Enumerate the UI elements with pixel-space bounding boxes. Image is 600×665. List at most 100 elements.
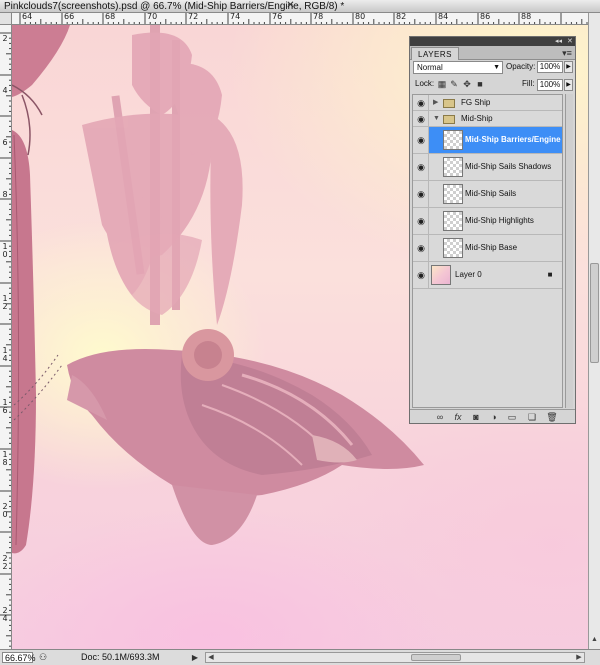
layer-row-mid-ship[interactable]: ◉ ▼ Mid-Ship — [413, 111, 562, 127]
panel-tab-row: LAYERS ▾≡ — [410, 46, 575, 60]
scroll-up-arrow[interactable]: ▲ — [590, 635, 599, 645]
visibility-eye-icon[interactable]: ◉ — [415, 161, 427, 173]
link-layers-icon[interactable]: ∞ — [434, 411, 446, 423]
lock-pixels-icon[interactable]: ✎ — [449, 79, 459, 89]
layer-mask-icon[interactable]: ◙ — [470, 411, 482, 423]
ruler-tick-label: 18 — [2, 450, 8, 467]
ruler-tick-label: 10 — [2, 242, 8, 259]
layer-list[interactable]: ◉ ▶ FG Ship ◉ ▼ Mid-Ship ◉ Mid-Ship Barr… — [412, 94, 563, 408]
layer-thumbnail — [443, 211, 463, 231]
vertical-scrollbar[interactable]: ▲ — [588, 13, 600, 649]
ruler-tick-label: 2 — [2, 34, 8, 43]
layers-panel-footer: ∞ fx ◙ ◑ ▭ ❏ 🗑 — [410, 409, 575, 423]
panel-title-strip[interactable]: ◂◂ ✕ — [410, 37, 575, 46]
layer-style-icon[interactable]: fx — [452, 411, 464, 423]
ruler-tick-label: 12 — [2, 294, 8, 311]
ruler-tick-label: 86 — [480, 13, 491, 21]
layer-row-mid-ship-sails-shadows[interactable]: ◉ Mid-Ship Sails Shadows — [413, 154, 562, 181]
lock-position-icon[interactable]: ✥ — [462, 79, 472, 89]
layer-name: Mid-Ship — [461, 114, 493, 123]
blend-mode-select[interactable]: Normal ▼ — [413, 61, 503, 74]
new-layer-icon[interactable]: ❏ — [526, 411, 538, 423]
layer-thumbnail — [443, 130, 463, 150]
ruler-tick-label: 16 — [2, 398, 8, 415]
ruler-tick-label: 82 — [396, 13, 407, 21]
folder-icon — [443, 115, 455, 124]
ruler-tick-label: 24 — [2, 606, 8, 623]
collapse-triangle-icon[interactable]: ▼ — [433, 113, 440, 125]
layer-name: Mid-Ship Base — [465, 243, 518, 252]
foreground-balloon-upper — [12, 25, 70, 97]
blend-mode-value: Normal — [417, 63, 443, 72]
layer-name: Mid-Ship Sails Shadows — [465, 162, 552, 171]
tab-layers[interactable]: LAYERS — [411, 47, 459, 60]
lock-transparency-icon[interactable]: ▦ — [437, 79, 447, 89]
horizontal-scrollbar[interactable]: ◀ ▶ — [205, 652, 585, 663]
layer-list-scrollbar[interactable] — [565, 94, 573, 408]
visibility-eye-icon[interactable]: ◉ — [415, 188, 427, 200]
fill-slider-arrow[interactable]: ▶ — [564, 79, 573, 91]
panel-menu-icon[interactable]: ▾≡ — [562, 48, 572, 58]
opacity-slider-arrow[interactable]: ▶ — [564, 61, 573, 73]
scroll-left-arrow[interactable]: ◀ — [206, 653, 216, 662]
fill-field[interactable]: 100% — [537, 79, 563, 91]
vertical-ruler: 2 4 6 8 10 12 14 16 18 20 22 24 — [0, 25, 12, 649]
vertical-scroll-thumb[interactable] — [590, 263, 599, 363]
visibility-eye-icon[interactable]: ◉ — [415, 97, 427, 109]
opacity-field[interactable]: 100% — [537, 61, 563, 73]
ruler-tick-label: 76 — [272, 13, 283, 21]
layer-row-mid-ship-base[interactable]: ◉ Mid-Ship Base — [413, 235, 562, 262]
lock-icon: ■ — [547, 270, 553, 279]
layer-row-fg-ship[interactable]: ◉ ▶ FG Ship — [413, 95, 562, 111]
layer-thumbnail — [443, 157, 463, 177]
ruler-tick-label: 80 — [355, 13, 366, 21]
layer-row-mid-ship-barriers-engine[interactable]: ◉ Mid-Ship Barriers/Engine — [413, 127, 562, 154]
fill-label: Fill: — [522, 79, 535, 88]
chevron-down-icon: ▼ — [493, 64, 500, 71]
folder-icon — [443, 99, 455, 108]
status-menu-arrow[interactable]: ▶ — [190, 652, 200, 663]
horizontal-scroll-thumb[interactable] — [411, 654, 461, 661]
scroll-right-arrow[interactable]: ▶ — [574, 653, 584, 662]
ruler-tick-label: 70 — [147, 13, 158, 21]
close-document-icon[interactable]: ✕ — [286, 1, 295, 11]
visibility-eye-icon[interactable]: ◉ — [415, 113, 427, 125]
document-title-bar: Pinkclouds7(screenshots).psd @ 66.7% (Mi… — [0, 0, 600, 13]
zoom-level-field[interactable]: 66.67% — [2, 652, 36, 663]
ruler-origin[interactable] — [0, 13, 12, 25]
layer-row-layer-0[interactable]: ◉ Layer 0 ■ — [413, 262, 562, 289]
ruler-tick-label: 14 — [2, 346, 8, 363]
ruler-tick-label: 22 — [2, 554, 8, 571]
status-bar: 66.67% ⚇ Doc: 50.1M/693.3M ▶ ◀ ▶ — [0, 649, 600, 665]
visibility-eye-icon[interactable]: ◉ — [415, 269, 427, 281]
ship-hull — [67, 329, 424, 545]
adjustment-layer-icon[interactable]: ◑ — [488, 411, 500, 423]
expand-triangle-icon[interactable]: ▶ — [433, 97, 438, 109]
ruler-tick-label: 74 — [230, 13, 241, 21]
layer-thumbnail — [443, 184, 463, 204]
close-panel-icon[interactable]: ✕ — [567, 37, 573, 46]
lock-all-icon[interactable]: ■ — [475, 79, 485, 89]
ship-sails — [82, 32, 243, 325]
visibility-eye-icon[interactable]: ◉ — [415, 242, 427, 254]
trash-icon[interactable]: 🗑 — [546, 411, 558, 423]
layer-name: Mid-Ship Sails — [465, 189, 517, 198]
document-size-info: Doc: 50.1M/693.3M — [81, 652, 160, 662]
layer-row-mid-ship-sails[interactable]: ◉ Mid-Ship Sails — [413, 181, 562, 208]
ruler-ticks-top — [19, 13, 588, 24]
ruler-tick-label: 78 — [313, 13, 324, 21]
layers-panel: ◂◂ ✕ LAYERS ▾≡ Normal ▼ Opacity: 100% ▶ … — [409, 36, 576, 424]
layer-row-mid-ship-highlights[interactable]: ◉ Mid-Ship Highlights — [413, 208, 562, 235]
visibility-eye-icon[interactable]: ◉ — [415, 134, 427, 146]
ruler-tick-label: 4 — [2, 86, 8, 95]
layer-thumbnail — [443, 238, 463, 258]
collapse-panel-icon[interactable]: ◂◂ — [555, 37, 562, 46]
new-group-icon[interactable]: ▭ — [506, 411, 518, 423]
status-preview-icon[interactable]: ⚇ — [37, 652, 49, 663]
ruler-tick-label: 20 — [2, 502, 8, 519]
ruler-tick-label: 64 — [22, 13, 33, 21]
visibility-eye-icon[interactable]: ◉ — [415, 215, 427, 227]
ruler-tick-label: 84 — [438, 13, 449, 21]
layer-name: FG Ship — [461, 98, 491, 107]
layer-name: Layer 0 — [455, 270, 482, 279]
